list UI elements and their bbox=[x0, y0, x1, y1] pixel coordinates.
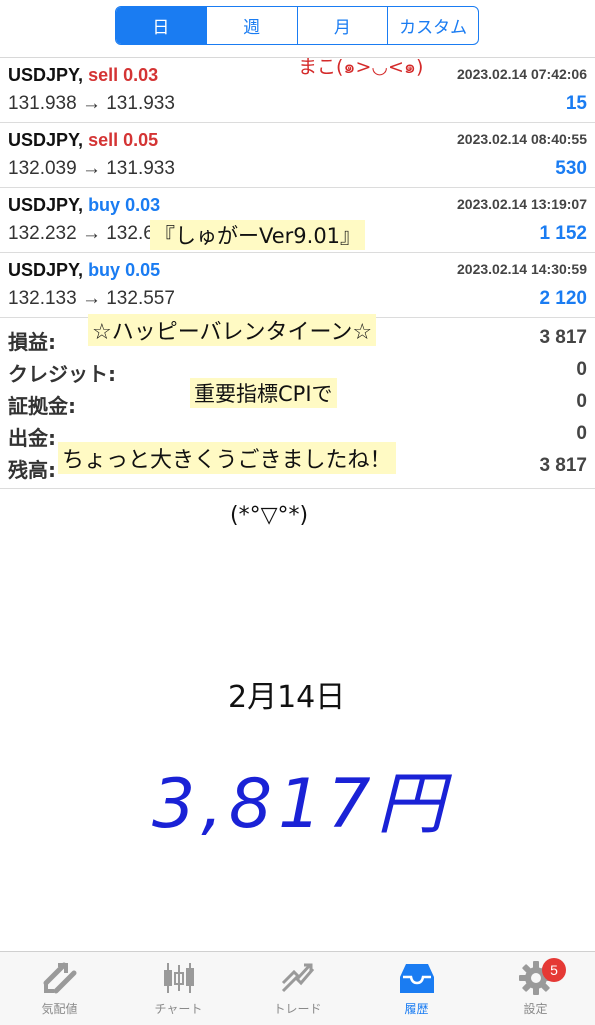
chart-icon bbox=[159, 960, 199, 996]
summary-value: 0 bbox=[576, 423, 587, 444]
trade-prices: 132.039 → 131.933 bbox=[8, 158, 175, 179]
tab-month[interactable]: 月 bbox=[296, 7, 388, 44]
trade-time: 2023.02.14 08:40:55 bbox=[457, 131, 587, 147]
author-note: まこ(๑>◡<๑) bbox=[298, 56, 424, 78]
trade-profit: 530 bbox=[555, 158, 587, 179]
summary-label: 証拠金: bbox=[8, 394, 76, 418]
trade-title: USDJPY, buy 0.05 bbox=[8, 260, 160, 281]
trade-symbol: USDJPY, bbox=[8, 130, 84, 150]
tab-day[interactable]: 日 bbox=[116, 7, 206, 44]
tab-label: 履歴 bbox=[404, 1002, 429, 1016]
trade-symbol: USDJPY, bbox=[8, 65, 84, 85]
trade-side: sell 0.05 bbox=[88, 130, 159, 150]
tab-label: トレード bbox=[273, 1002, 322, 1016]
tab-settings[interactable]: 5 設定 bbox=[476, 952, 595, 1025]
tab-label: チャート bbox=[154, 1002, 203, 1016]
tab-history[interactable]: 履歴 bbox=[357, 952, 476, 1025]
face-note: (*°▽°*) bbox=[230, 503, 309, 528]
summary-label: 残高: bbox=[8, 458, 56, 482]
trade-symbol: USDJPY, bbox=[8, 195, 84, 215]
trade-time: 2023.02.14 14:30:59 bbox=[457, 261, 587, 277]
trade-prices: 132.133 → 132.557 bbox=[8, 288, 175, 309]
moved-note: ちょっと大きくうごきましたね！ bbox=[58, 442, 396, 474]
tab-trade[interactable]: トレード bbox=[238, 952, 357, 1025]
ea-name-note: 『しゅがーVer9.01』 bbox=[150, 220, 366, 250]
tab-label: 気配値 bbox=[41, 1002, 78, 1016]
trade-side: sell 0.03 bbox=[88, 65, 159, 85]
trade-side: buy 0.05 bbox=[88, 260, 161, 280]
trade-profit: 15 bbox=[565, 93, 587, 114]
trade-side: buy 0.03 bbox=[88, 195, 161, 215]
indicator-note: 重要指標CPIで bbox=[190, 378, 337, 408]
notification-badge: 5 bbox=[542, 958, 566, 982]
period-selector: 日 週 月 カスタム bbox=[115, 6, 479, 45]
trade-prices: 131.938 → 131.933 bbox=[8, 93, 175, 114]
trade-time: 2023.02.14 13:19:07 bbox=[457, 196, 587, 212]
summary-value: 0 bbox=[576, 359, 587, 380]
trade-symbol: USDJPY, bbox=[8, 260, 84, 280]
summary-value: 0 bbox=[576, 391, 587, 412]
valentine-note: ☆ハッピーバレンタイーン☆ bbox=[88, 314, 377, 346]
trade-title: USDJPY, buy 0.03 bbox=[8, 195, 160, 216]
history-icon bbox=[397, 960, 437, 996]
trade-row[interactable]: USDJPY, sell 0.05 2023.02.14 08:40:55 13… bbox=[0, 123, 595, 188]
trade-profit: 2 120 bbox=[539, 288, 587, 309]
trade-profit: 1 152 bbox=[539, 223, 587, 244]
quotes-icon bbox=[40, 960, 80, 996]
date-note: 2月14日 bbox=[228, 680, 346, 715]
bottom-tab-bar: 気配値 チャート トレード 履歴 5 設定 bbox=[0, 951, 595, 1025]
trade-time: 2023.02.14 07:42:06 bbox=[457, 66, 587, 82]
tab-custom[interactable]: カスタム bbox=[387, 7, 478, 44]
summary-value: 3 817 bbox=[539, 455, 587, 476]
tab-chart[interactable]: チャート bbox=[119, 952, 238, 1025]
summary-label: クレジット: bbox=[8, 362, 116, 386]
tab-week[interactable]: 週 bbox=[205, 7, 297, 44]
trade-icon bbox=[278, 960, 318, 996]
total-note: 3,817円 bbox=[152, 765, 451, 844]
trade-title: USDJPY, sell 0.03 bbox=[8, 65, 158, 86]
summary-label: 損益: bbox=[8, 330, 56, 354]
trade-row[interactable]: USDJPY, buy 0.05 2023.02.14 14:30:59 132… bbox=[0, 253, 595, 318]
summary-value: 3 817 bbox=[539, 327, 587, 348]
trade-title: USDJPY, sell 0.05 bbox=[8, 130, 158, 151]
tab-quotes[interactable]: 気配値 bbox=[0, 952, 119, 1025]
tab-label: 設定 bbox=[523, 1002, 548, 1016]
summary-label: 出金: bbox=[8, 426, 56, 450]
